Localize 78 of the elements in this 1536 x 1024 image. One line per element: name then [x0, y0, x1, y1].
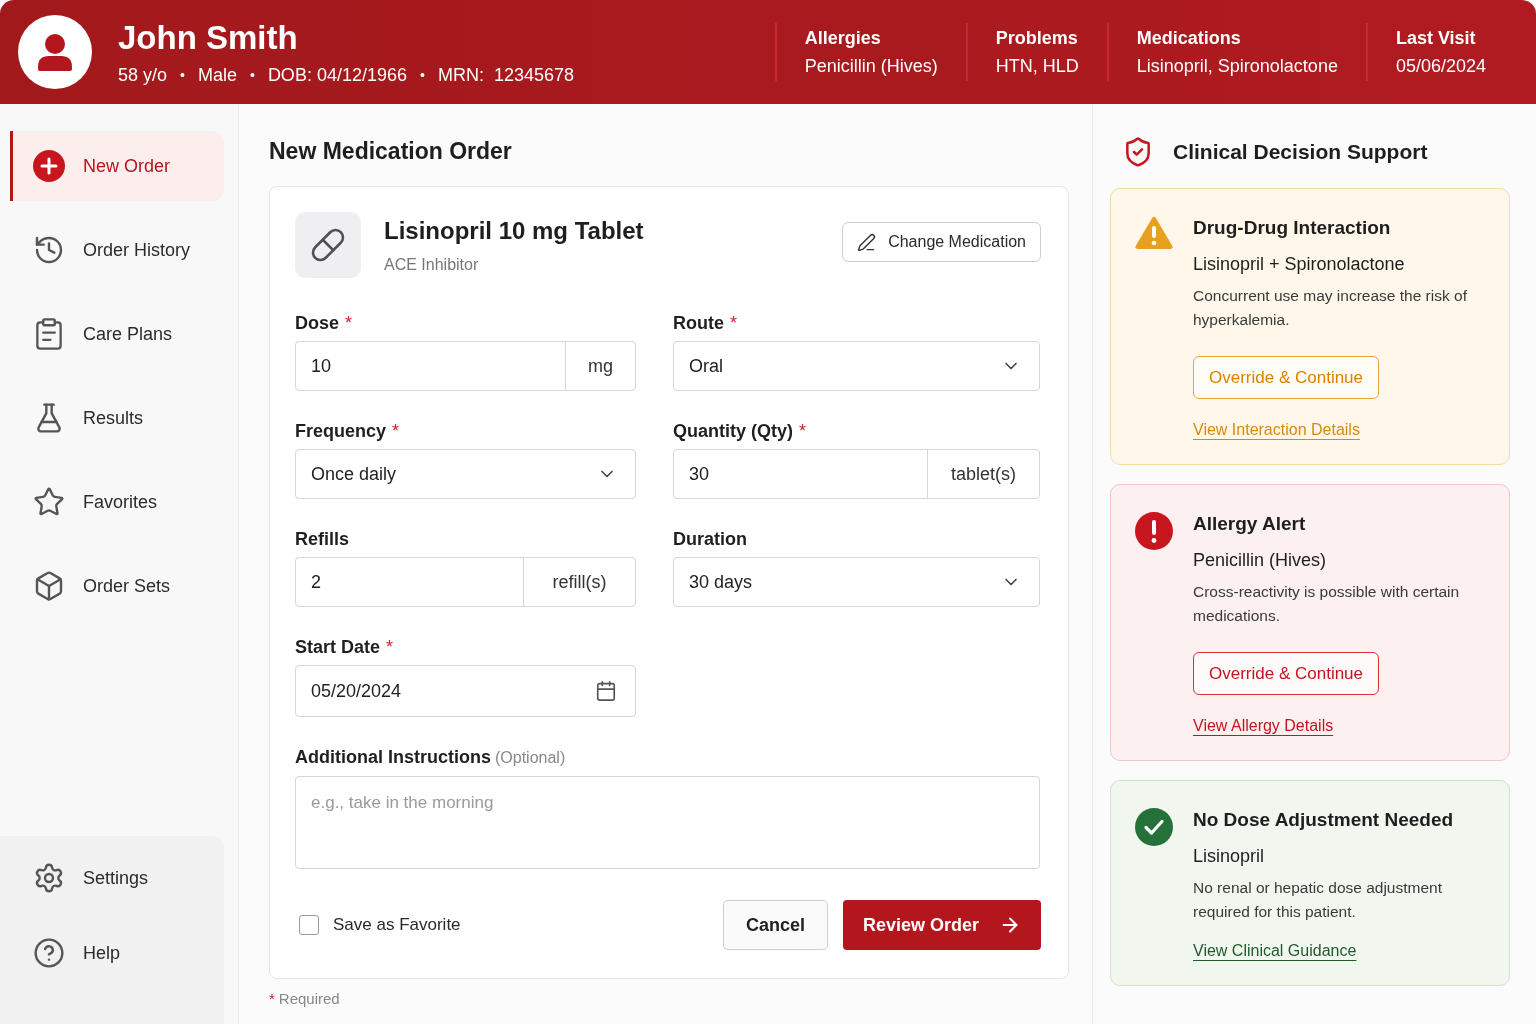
cancel-button[interactable]: Cancel: [722, 900, 828, 950]
cube-icon: [33, 570, 65, 602]
unit-label: tablet(s): [927, 450, 1039, 498]
history-icon: [33, 234, 65, 266]
required-note: * Required: [269, 989, 340, 1009]
warning-icon: [1135, 216, 1173, 250]
settings-icon: [33, 862, 65, 894]
nav-item[interactable]: Help: [10, 923, 210, 983]
field-label: Duration: [673, 529, 747, 549]
input-field[interactable]: 2 refill(s): [295, 557, 636, 607]
pencil-icon: [857, 232, 877, 252]
alert-title: Drug-Drug Interaction: [1193, 216, 1391, 240]
summary-value: Lisinopril, Spironolactone: [1136, 55, 1338, 77]
field-label: Route *: [673, 313, 737, 333]
check-circle-icon: [1135, 808, 1173, 846]
nav-item[interactable]: Results: [10, 383, 224, 453]
override-button[interactable]: Override & Continue: [1193, 652, 1380, 695]
nav-item[interactable]: Settings: [10, 848, 210, 908]
field-label: Start Date *: [295, 637, 394, 657]
change-medication-button[interactable]: Change Medication: [842, 222, 1041, 262]
nav-item[interactable]: Order History: [10, 215, 224, 285]
summary-value: Penicillin (Hives): [804, 55, 938, 77]
input-field[interactable]: 30 tablet(s): [673, 449, 1040, 499]
nav-item[interactable]: Care Plans: [10, 299, 224, 369]
select-field[interactable]: Once daily: [295, 449, 636, 499]
patient-detail: Male: [197, 64, 237, 86]
unit-label: refill(s): [523, 558, 635, 606]
details-link[interactable]: View Clinical Guidance: [1193, 939, 1357, 963]
field-label: Additional Instructions (Optional): [295, 747, 566, 768]
input-field[interactable]: 10 mg: [295, 341, 636, 391]
patient-detail: 58 y/o: [118, 64, 168, 86]
checkbox-label: Save as Favorite: [333, 915, 461, 935]
alert-icon: [1135, 512, 1173, 550]
field-label: Dose *: [295, 313, 353, 333]
separator: •: [180, 66, 185, 85]
avatar-icon: [18, 15, 92, 89]
alert-message: Cross-reactivity is possible with certain medications.: [1193, 582, 1461, 626]
page-title: New Medication Order: [269, 137, 513, 166]
patient-name: John Smith: [118, 18, 299, 58]
summary-label: Problems: [995, 27, 1079, 49]
checkbox[interactable]: [299, 915, 319, 935]
review-order-button[interactable]: Review Order: [842, 900, 1041, 950]
alert-title: No Dose Adjustment Needed: [1193, 808, 1454, 832]
alert-subject: Penicillin (Hives): [1193, 549, 1327, 572]
plus-icon: [33, 150, 65, 182]
field-label: Refills: [295, 529, 350, 549]
summary-value: HTN, HLD: [995, 55, 1079, 77]
patient-detail: MRN: 12345678: [437, 64, 574, 86]
help-icon: [33, 937, 65, 969]
medication-name: Lisinopril 10 mg Tablet: [384, 216, 644, 246]
select-field[interactable]: 30 days: [673, 557, 1040, 607]
summary-label: Medications: [1136, 27, 1242, 49]
nav-item[interactable]: New Order: [10, 131, 224, 201]
date-field[interactable]: 05/20/2024: [295, 665, 636, 717]
summary-value: 05/06/2024: [1395, 55, 1486, 77]
calendar-icon: [595, 680, 617, 702]
patient-detail: DOB: 04/12/1966: [267, 64, 407, 86]
alert-message: Concurrent use may increase the risk of hyperkalemia.: [1193, 286, 1468, 330]
separator: •: [420, 66, 425, 85]
field-label: Quantity (Qty) *: [673, 421, 806, 441]
summary-label: Last Visit: [1395, 27, 1477, 49]
separator: •: [249, 66, 255, 85]
alert-subject: Lisinopril: [1193, 845, 1265, 868]
summary-label: Allergies: [804, 27, 882, 49]
nav-item[interactable]: Favorites: [10, 467, 224, 537]
panel-title: Clinical Decision Support: [1173, 140, 1428, 164]
pill-icon: [295, 212, 361, 278]
alert-title: Allergy Alert: [1193, 512, 1306, 536]
select-field[interactable]: Oral: [673, 341, 1040, 391]
unit-label: mg: [565, 342, 635, 390]
star-icon: [33, 486, 65, 518]
medication-class: ACE Inhibitor: [384, 255, 480, 275]
field-label: Frequency *: [295, 421, 400, 441]
alert-subject: Lisinopril + Spironolactone: [1193, 253, 1405, 276]
clipboard-icon: [33, 318, 65, 350]
details-link[interactable]: View Allergy Details: [1193, 714, 1334, 738]
alert-message: No renal or hepatic dose adjustment required for this patient.: [1193, 878, 1443, 922]
nav-item[interactable]: Order Sets: [10, 551, 224, 621]
